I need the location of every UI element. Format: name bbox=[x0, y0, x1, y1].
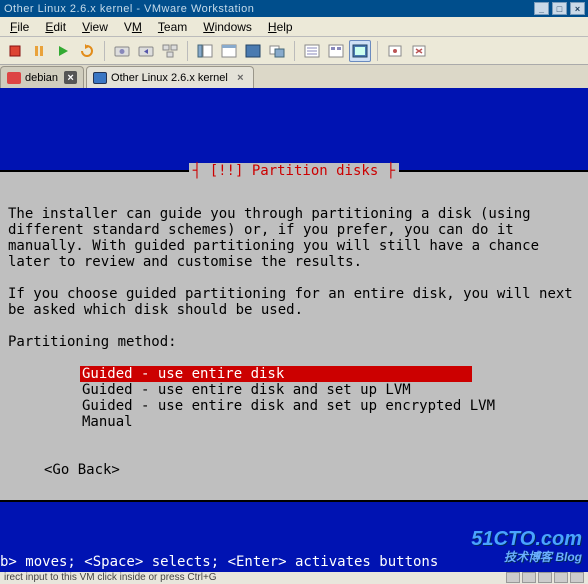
menu-help[interactable]: Help bbox=[262, 18, 299, 36]
toolbar bbox=[0, 37, 588, 65]
installer-footer: b> moves; <Space> selects; <Enter> activ… bbox=[0, 502, 588, 572]
option-guided-entire-disk[interactable]: Guided - use entire disk bbox=[80, 366, 472, 382]
menu-vm[interactable]: VM bbox=[118, 18, 148, 36]
go-back-button[interactable]: <Go Back> bbox=[8, 462, 120, 478]
close-button[interactable]: × bbox=[570, 2, 585, 15]
tab-label: debian bbox=[25, 72, 58, 84]
window-title: Other Linux 2.6.x kernel - VMware Workst… bbox=[4, 3, 534, 15]
option-guided-lvm[interactable]: Guided - use entire disk and set up LVM bbox=[80, 382, 413, 398]
tab-close-button[interactable]: × bbox=[64, 71, 77, 84]
menu-bar: File Edit View VM Team Windows Help bbox=[0, 17, 588, 37]
toolbar-separator bbox=[187, 41, 188, 61]
toolbar-separator bbox=[104, 41, 105, 61]
vm-icon bbox=[93, 72, 107, 84]
capture-input-button[interactable] bbox=[384, 40, 406, 62]
minimize-button[interactable]: _ bbox=[534, 2, 549, 15]
device-icon[interactable] bbox=[570, 572, 584, 583]
option-guided-encrypted-lvm[interactable]: Guided - use entire disk and set up encr… bbox=[80, 398, 497, 414]
device-icon[interactable] bbox=[522, 572, 536, 583]
reset-button[interactable] bbox=[76, 40, 98, 62]
release-input-button[interactable] bbox=[408, 40, 430, 62]
status-icons bbox=[506, 572, 584, 583]
menu-file[interactable]: File bbox=[4, 18, 35, 36]
device-icon[interactable] bbox=[538, 572, 552, 583]
watermark: 51CTO.com 技术博客 Blog bbox=[471, 530, 582, 566]
snapshot-button[interactable] bbox=[111, 40, 133, 62]
paragraph-1: The installer can guide you through part… bbox=[8, 206, 547, 270]
watermark-main: 51CTO.com bbox=[471, 530, 582, 548]
dialog-title: ┤ [!!] Partition disks ├ bbox=[189, 163, 399, 179]
menu-edit[interactable]: Edit bbox=[39, 18, 72, 36]
status-text: irect input to this VM click inside or p… bbox=[4, 572, 217, 583]
power-off-button[interactable] bbox=[4, 40, 26, 62]
maximize-button[interactable]: □ bbox=[552, 2, 567, 15]
suspend-button[interactable] bbox=[28, 40, 50, 62]
tab-label: Other Linux 2.6.x kernel bbox=[111, 72, 228, 84]
tab-other-linux[interactable]: Other Linux 2.6.x kernel × bbox=[86, 66, 254, 88]
tab-debian[interactable]: debian × bbox=[0, 66, 84, 88]
dialog-body: The installer can guide you through part… bbox=[0, 188, 588, 494]
installer-dialog: ┤ [!!] Partition disks ├ The installer c… bbox=[0, 170, 588, 502]
snapshot-manager-button[interactable] bbox=[159, 40, 181, 62]
console-view-button[interactable] bbox=[349, 40, 371, 62]
window-titlebar: Other Linux 2.6.x kernel - VMware Workst… bbox=[0, 0, 588, 17]
toolbar-separator bbox=[377, 41, 378, 61]
vm-tab-strip: debian × Other Linux 2.6.x kernel × bbox=[0, 65, 588, 88]
window-controls: _ □ × bbox=[534, 2, 585, 15]
menu-team[interactable]: Team bbox=[152, 18, 193, 36]
device-icon[interactable] bbox=[506, 572, 520, 583]
status-bar: irect input to this VM click inside or p… bbox=[0, 572, 588, 584]
option-manual[interactable]: Manual bbox=[80, 414, 135, 430]
fullscreen-button[interactable] bbox=[242, 40, 264, 62]
paragraph-2: If you choose guided partitioning for an… bbox=[8, 286, 581, 318]
dialog-title-row: ┤ [!!] Partition disks ├ bbox=[0, 163, 588, 179]
quick-switch-button[interactable] bbox=[218, 40, 240, 62]
debian-icon bbox=[7, 72, 21, 84]
unity-button[interactable] bbox=[266, 40, 288, 62]
menu-view[interactable]: View bbox=[76, 18, 114, 36]
toolbar-separator bbox=[294, 41, 295, 61]
menu-windows[interactable]: Windows bbox=[197, 18, 258, 36]
show-sidebar-button[interactable] bbox=[194, 40, 216, 62]
vm-display[interactable]: ┤ [!!] Partition disks ├ The installer c… bbox=[0, 88, 588, 584]
device-icon[interactable] bbox=[554, 572, 568, 583]
watermark-sub: 技术博客 Blog bbox=[471, 548, 582, 566]
partitioning-prompt: Partitioning method: bbox=[8, 334, 177, 350]
revert-snapshot-button[interactable] bbox=[135, 40, 157, 62]
power-on-button[interactable] bbox=[52, 40, 74, 62]
appliance-view-button[interactable] bbox=[325, 40, 347, 62]
key-hints: b> moves; <Space> selects; <Enter> activ… bbox=[0, 554, 440, 572]
tab-close-button[interactable]: × bbox=[234, 71, 247, 84]
summary-view-button[interactable] bbox=[301, 40, 323, 62]
